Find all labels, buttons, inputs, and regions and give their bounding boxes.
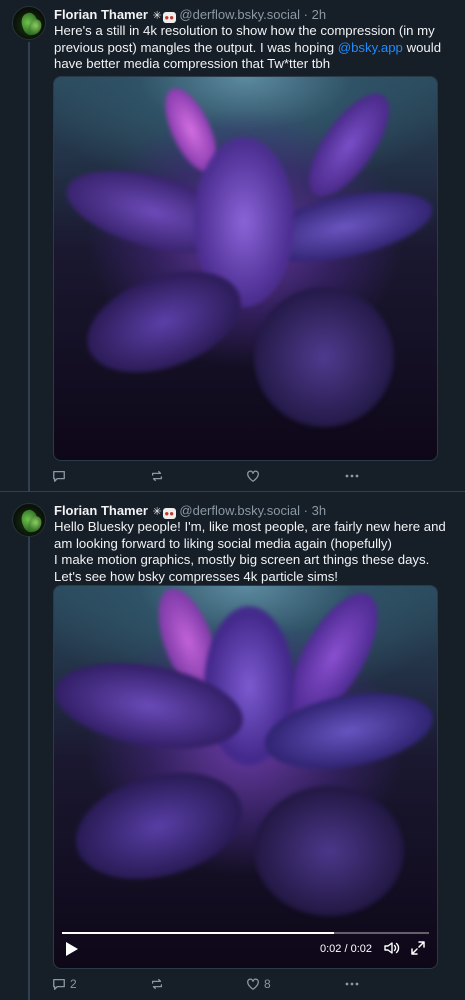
post-actions: 2 8 [52, 974, 372, 994]
reply-button[interactable]: 2 [52, 974, 77, 994]
post-actions [52, 466, 372, 486]
post-header: Florian Thamer ✳ ●● @derflow.bsky.social … [54, 7, 326, 24]
post-timestamp[interactable]: 2h [312, 7, 326, 22]
separator-dot: · [303, 7, 308, 22]
post-text: Here's a still in 4k resolution to show … [54, 23, 454, 73]
expand-icon[interactable] [411, 941, 425, 955]
like-button[interactable]: 8 [246, 974, 271, 994]
repost-button[interactable] [150, 466, 168, 486]
eyes-emoji-icon: ●● [162, 12, 176, 23]
asterisk-emoji: ✳ [152, 10, 162, 22]
heart-icon [247, 470, 259, 482]
repost-button[interactable] [150, 974, 168, 994]
like-button[interactable] [246, 466, 264, 486]
reply-count: 2 [70, 977, 77, 991]
post[interactable]: Florian Thamer ✳ ●● @derflow.bsky.social … [0, 0, 465, 492]
author-handle[interactable]: @derflow.bsky.social [179, 503, 300, 518]
post-text-line: Hello Bluesky people! I'm, like most peo… [54, 519, 446, 551]
speaker-icon[interactable] [384, 941, 400, 955]
author-handle[interactable]: @derflow.bsky.social [179, 7, 300, 22]
post-video[interactable]: 0:02 / 0:02 [53, 585, 438, 969]
like-count: 8 [264, 977, 271, 991]
more-options-button[interactable] [344, 974, 360, 994]
mention-link[interactable]: @bsky.app [338, 40, 403, 55]
post-timestamp[interactable]: 3h [312, 503, 326, 518]
repost-arrows-icon [151, 470, 163, 482]
post-text: Hello Bluesky people! I'm, like most peo… [54, 519, 454, 585]
more-options-button[interactable] [344, 466, 360, 486]
ellipsis-icon [345, 474, 359, 478]
repost-arrows-icon [151, 978, 163, 990]
post[interactable]: Florian Thamer ✳ ●● @derflow.bsky.social … [0, 492, 465, 1000]
speech-bubble-icon [53, 470, 65, 482]
reply-button[interactable] [52, 466, 70, 486]
thread-line [28, 534, 30, 1000]
video-time-readout: 0:02 / 0:02 [320, 943, 372, 955]
ellipsis-icon [345, 982, 359, 986]
avatar[interactable] [12, 6, 46, 40]
post-image[interactable] [53, 76, 438, 461]
eyes-emoji-icon: ●● [162, 508, 176, 519]
video-progress-fill [62, 932, 334, 934]
author-name[interactable]: Florian Thamer [54, 503, 148, 518]
post-text-line: I make motion graphics, mostly big scree… [54, 552, 430, 584]
author-name[interactable]: Florian Thamer [54, 7, 148, 22]
video-controls: 0:02 / 0:02 [54, 928, 437, 968]
play-icon[interactable] [66, 942, 78, 956]
avatar[interactable] [12, 503, 46, 537]
separator-dot: · [303, 503, 308, 518]
asterisk-emoji: ✳ [152, 506, 162, 518]
post-header: Florian Thamer ✳ ●● @derflow.bsky.social … [54, 503, 326, 520]
speech-bubble-icon [53, 978, 65, 990]
heart-icon [247, 978, 259, 990]
video-progress-bar[interactable] [62, 932, 429, 934]
thread-line [28, 42, 30, 492]
